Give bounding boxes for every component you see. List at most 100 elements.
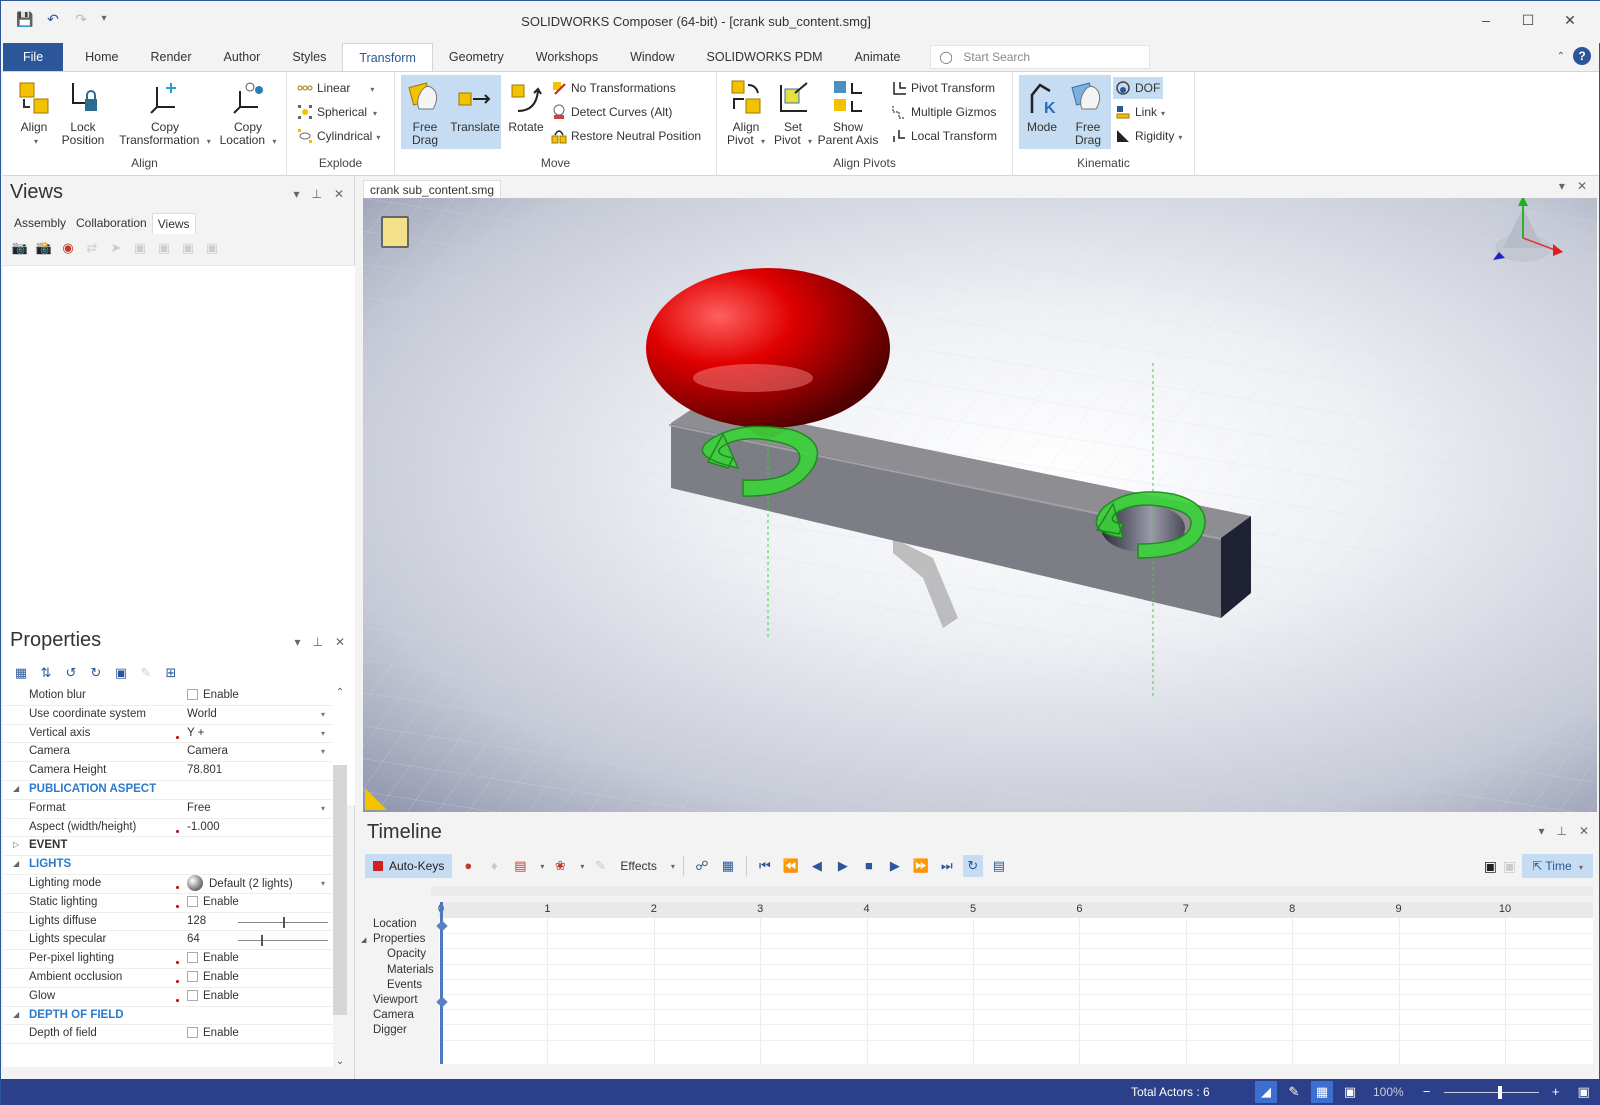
refresh-property-icon[interactable]: ↻ — [86, 663, 106, 683]
tab-author[interactable]: Author — [208, 43, 277, 71]
undo-icon[interactable]: ↶ — [43, 9, 63, 29]
tab-assembly[interactable]: Assembly — [9, 213, 71, 234]
property-row[interactable]: Per-pixel lighting Enable — [3, 950, 333, 969]
rigidity-button[interactable]: Rigidity ▾ — [1113, 125, 1182, 147]
no-transformations-button[interactable]: No Transformations — [549, 77, 676, 99]
timeline-ruler[interactable]: 012345678910 — [438, 902, 1593, 918]
timeline-area[interactable]: 012345678910 — [436, 902, 1593, 1064]
expand-icon[interactable]: ▷ — [13, 840, 19, 849]
view-link-icon[interactable]: ⇄ — [83, 239, 101, 257]
property-checkbox[interactable]: Enable — [187, 895, 239, 908]
timeline-extra-icon[interactable]: ▤ — [989, 855, 1009, 877]
chevron-down-icon[interactable]: ▾ — [321, 879, 325, 888]
collapse-icon[interactable]: ◢ — [361, 936, 366, 944]
timeline-track[interactable]: Opacity — [357, 948, 435, 963]
camera-key-icon[interactable]: ▤ — [510, 855, 530, 877]
search-box[interactable]: ◯ Start Search — [930, 45, 1151, 69]
dof-button[interactable]: DOF — [1113, 77, 1163, 99]
property-slider[interactable] — [238, 916, 328, 928]
property-section[interactable]: ◢ PUBLICATION ASPECT — [3, 781, 333, 800]
zoom-in-icon[interactable]: + — [1545, 1081, 1567, 1103]
property-row[interactable]: Depth of field Enable — [3, 1025, 333, 1045]
cylindrical-explode-button[interactable]: Cylindrical ▾ — [295, 125, 380, 147]
free-drag-button[interactable]: Free Drag — [401, 75, 449, 149]
document-close-icon[interactable]: ✕ — [1577, 179, 1587, 193]
help-icon[interactable]: ? — [1573, 47, 1591, 65]
tab-styles[interactable]: Styles — [276, 43, 342, 71]
document-tab[interactable]: crank sub_content.smg — [363, 180, 502, 199]
view-play-icon[interactable]: ➤ — [107, 239, 125, 257]
view-snap-4-icon[interactable]: ▣ — [203, 239, 221, 257]
collapse-icon[interactable]: ◢ — [13, 1010, 19, 1019]
reset-property-icon[interactable]: ▣ — [111, 663, 131, 683]
property-row[interactable]: Motion blur Enable — [3, 687, 333, 706]
customize-icon[interactable]: ▾ — [99, 9, 109, 29]
grid-icon[interactable]: ▦ — [1311, 1081, 1333, 1103]
property-dropdown[interactable]: Y + — [187, 727, 204, 739]
property-dropdown[interactable]: Camera — [187, 745, 228, 757]
digger-key-dropdown[interactable]: ▾ — [580, 862, 584, 871]
timeline-marker-strip[interactable] — [431, 886, 1593, 896]
close-icon[interactable]: ✕ — [334, 187, 344, 201]
checkbox[interactable] — [187, 895, 198, 907]
timeline-track[interactable]: Events — [357, 979, 435, 994]
close-button[interactable]: ✕ — [1549, 7, 1591, 33]
align-pivot-button[interactable]: Align Pivot ▾ — [723, 75, 769, 149]
previous-key-icon[interactable]: ⏪ — [781, 855, 801, 877]
key-pose-icon[interactable]: ♦ — [484, 855, 504, 877]
property-row[interactable]: Glow Enable — [3, 988, 333, 1007]
chevron-down-icon[interactable]: ▾ — [321, 729, 325, 738]
collapse-icon[interactable]: ◢ — [13, 859, 19, 868]
property-value[interactable]: 78.801 — [187, 764, 222, 776]
property-section[interactable]: ◢ LIGHTS — [3, 856, 333, 875]
local-transform-button[interactable]: Local Transform — [889, 125, 997, 147]
undo-property-icon[interactable]: ↺ — [61, 663, 81, 683]
keyframe[interactable] — [436, 996, 448, 1008]
auto-keys-button[interactable]: Auto-Keys — [365, 854, 453, 878]
time-mode-button[interactable]: ⇱ Time ▾ — [1522, 854, 1593, 878]
timeline-properties-icon[interactable]: ▦ — [718, 855, 738, 877]
tab-window[interactable]: Window — [614, 43, 690, 71]
chevron-down-icon[interactable]: ▾ — [321, 804, 325, 813]
property-row[interactable]: Lighting mode Default (2 lights) ▾ — [3, 874, 333, 894]
3d-viewport[interactable] — [363, 198, 1597, 812]
keyframe[interactable] — [436, 920, 448, 932]
slider-thumb[interactable] — [260, 935, 263, 947]
fit-selection-icon[interactable]: ▣ — [1503, 858, 1516, 875]
step-forward-icon[interactable]: ▶ — [885, 855, 905, 877]
detect-curves-button[interactable]: Detect Curves (Alt) — [549, 101, 672, 123]
property-checkbox[interactable]: Enable — [187, 1027, 239, 1039]
property-row[interactable]: Format Free ▾ — [3, 800, 333, 819]
scroll-down-icon[interactable]: ⌄ — [333, 1056, 347, 1067]
checkbox[interactable] — [187, 689, 198, 700]
categorized-icon[interactable]: ▦ — [11, 663, 31, 683]
property-row[interactable]: Lights specular 64 — [3, 931, 333, 951]
view-snap-3-icon[interactable]: ▣ — [179, 239, 197, 257]
property-dropdown[interactable]: Free — [187, 802, 211, 814]
maximize-button[interactable]: ☐ — [1507, 7, 1549, 33]
translate-button[interactable]: Translate — [449, 75, 501, 149]
property-value[interactable]: -1.000 — [187, 821, 220, 833]
step-back-icon[interactable]: ◀ — [807, 855, 827, 877]
fullscreen-icon[interactable]: ▣ — [1573, 1081, 1595, 1103]
tab-collaboration[interactable]: Collaboration — [71, 213, 152, 234]
pin-icon[interactable]: ⊥ — [1556, 824, 1566, 838]
link-keys-icon[interactable]: ☍ — [692, 855, 712, 877]
fit-keys-icon[interactable]: ▣ — [1484, 858, 1497, 875]
restore-neutral-position-button[interactable]: Restore Neutral Position — [549, 125, 701, 147]
align-button[interactable]: Align ▾ — [11, 75, 57, 149]
property-slider[interactable] — [238, 935, 328, 947]
go-to-end-icon[interactable]: ⏭ — [937, 855, 957, 877]
property-checkbox[interactable]: Enable — [187, 689, 239, 701]
panel-menu-icon[interactable]: ▾ — [294, 635, 300, 649]
kinematic-free-drag-button[interactable]: Free Drag — [1065, 75, 1111, 149]
multiple-gizmos-button[interactable]: Multiple Gizmos — [889, 101, 996, 123]
link-button[interactable]: Link ▾ — [1113, 101, 1165, 123]
effects-dropdown[interactable]: ▾ — [671, 862, 675, 871]
checkbox[interactable] — [187, 989, 198, 1001]
record-view-icon[interactable]: ◉ — [59, 239, 77, 257]
timeline-track[interactable]: Viewport — [357, 994, 435, 1009]
camera-key-dropdown[interactable]: ▾ — [540, 862, 544, 871]
property-section[interactable]: ◢ DEPTH OF FIELD — [3, 1007, 333, 1026]
property-checkbox[interactable]: Enable — [187, 952, 239, 964]
